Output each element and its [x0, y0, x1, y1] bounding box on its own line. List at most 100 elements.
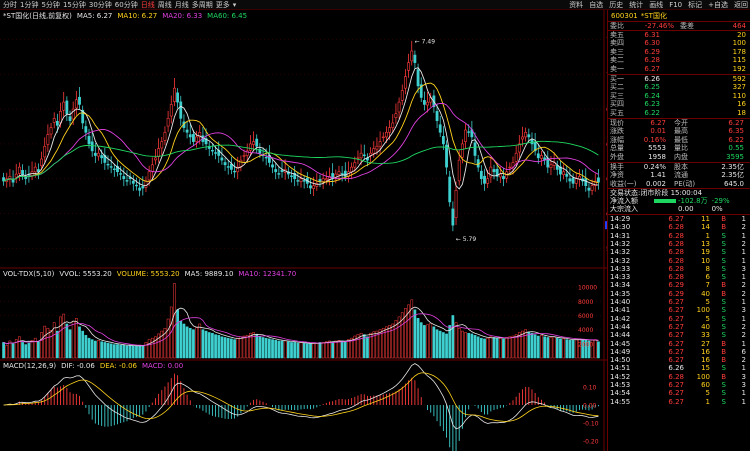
candle-body — [252, 141, 255, 145]
tick-row: 14:55 6.27 1 S 1 — [608, 398, 750, 406]
volume-bar — [508, 336, 512, 359]
ma20-value: MA20: 6.33 — [162, 12, 203, 20]
volume-bar — [540, 335, 543, 359]
volume-bar — [2, 342, 5, 359]
ask-row: 卖一 6.27 192 — [608, 65, 750, 74]
ask-price: 6.27 — [644, 64, 660, 73]
bid-label: 买二 — [610, 83, 624, 92]
volume-bar — [302, 342, 306, 359]
menu-draw[interactable]: 画线 — [649, 0, 663, 10]
menu-f10[interactable]: F10 — [669, 1, 682, 9]
tick-count: 6 — [741, 347, 746, 356]
candle-body — [565, 173, 569, 177]
bigorder-pct: 0% — [711, 205, 723, 214]
tick-list[interactable]: 14:29 6.27 11 B 1 14:30 6.28 14 B 2 14:31 6.28 1 S 1 14… — [608, 214, 750, 406]
volume-bar — [283, 340, 287, 359]
candle-body — [33, 166, 37, 173]
stat-value: 6.27 — [728, 118, 744, 127]
stat-label: 流通 — [674, 171, 688, 180]
volume-bar — [416, 318, 420, 359]
candle-body — [426, 101, 429, 106]
tick-time: 14:45 — [610, 339, 631, 348]
ask-row: 卖五 6.31 20 — [608, 31, 750, 40]
tick-price: 6.29 — [668, 281, 684, 290]
stat-value: 5553 — [648, 144, 666, 153]
tick-price: 6.27 — [668, 322, 684, 331]
stat-value: 6.35 — [728, 127, 744, 136]
candle-body — [157, 148, 161, 157]
volume-bar — [331, 341, 334, 359]
stat-value: 0.55 — [728, 144, 744, 153]
tick-volume: 1 — [705, 231, 710, 240]
candle-body — [233, 170, 236, 173]
stat-label: 涨跌 — [610, 127, 624, 136]
volume-bar — [220, 336, 224, 359]
tick-row: 14:50 6.27 16 B 2 — [608, 356, 750, 364]
tick-count: 3 — [741, 306, 746, 315]
bid-row: 买四 6.23 16 — [608, 100, 750, 109]
volume-bar — [543, 336, 546, 359]
volume-bar — [549, 337, 553, 359]
volume-bar — [388, 325, 391, 359]
menu-history[interactable]: 历史 — [609, 0, 623, 10]
candle-body — [597, 177, 600, 183]
volume-bar — [296, 342, 300, 359]
candle-body — [445, 144, 448, 168]
volume-bar — [81, 330, 85, 359]
volume-bar — [93, 340, 97, 359]
candle-body — [125, 180, 129, 182]
volume-bar — [258, 336, 262, 359]
tick-direction: S — [721, 322, 726, 331]
bid-label: 买五 — [610, 108, 624, 117]
volume-bar — [467, 332, 471, 359]
ask-label: 卖五 — [610, 30, 624, 39]
candle-body — [574, 178, 578, 184]
big-order-row: 大宗流入 0.00 0% — [608, 205, 750, 214]
ask-volume: 115 — [732, 56, 746, 65]
candle-body — [150, 164, 154, 172]
candle-body — [391, 122, 395, 128]
netflow-pct: -29% — [711, 196, 730, 205]
bid-price: 6.22 — [644, 108, 660, 117]
candle-body — [356, 157, 360, 159]
candle-body — [378, 141, 382, 147]
candle-body — [540, 155, 543, 159]
candle-body — [179, 101, 183, 119]
tick-direction: S — [721, 231, 726, 240]
tick-count: 1 — [741, 314, 746, 323]
tick-count: 2 — [741, 331, 746, 340]
candle-body — [21, 170, 24, 176]
tick-count: 2 — [741, 223, 746, 232]
kline-chart[interactable]: 7.507.206.906.606.306.005.70← 7.49← 5.79… — [0, 0, 607, 451]
volume-bar — [8, 340, 12, 359]
volume-bar — [445, 333, 448, 359]
candle-body — [407, 62, 410, 71]
candle-body — [562, 171, 566, 175]
menu-stats[interactable]: 统计 — [629, 0, 643, 10]
bid-price: 6.24 — [644, 91, 660, 100]
tick-row: 14:35 6.29 40 B 2 — [608, 290, 750, 298]
stat-label: 现价 — [610, 118, 624, 127]
volume-bar — [555, 337, 559, 359]
stat-row: 现价 6.27 今开 6.27 — [608, 119, 750, 128]
tick-count: 2 — [741, 322, 746, 331]
tick-volume: 100 — [696, 372, 710, 381]
tick-direction: S — [721, 314, 726, 323]
volume-bar — [505, 337, 509, 359]
menu-mark[interactable]: 标记 — [688, 0, 702, 10]
bid-row: 买二 6.25 327 — [608, 83, 750, 92]
tick-direction: B — [721, 215, 726, 224]
candle-body — [290, 175, 293, 177]
volume-bar — [511, 335, 515, 359]
menu-back[interactable]: 返回 — [734, 0, 748, 10]
tick-price: 6.28 — [668, 223, 684, 232]
menu-add-watch[interactable]: +自选 — [708, 0, 728, 10]
candle-body — [163, 131, 167, 141]
volume-bar — [464, 332, 467, 359]
stat-value: 3595 — [726, 152, 744, 161]
volume-bar — [138, 345, 141, 359]
volume-bar — [495, 337, 499, 359]
candle-body — [239, 159, 243, 167]
volume-bar — [277, 340, 281, 359]
tick-time: 14:50 — [610, 356, 631, 365]
